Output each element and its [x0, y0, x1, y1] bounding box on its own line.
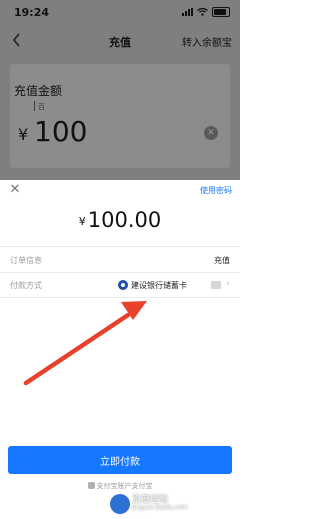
annotation-arrow [23, 301, 147, 386]
watermark-logo [110, 494, 130, 514]
pay-now-button[interactable]: 立即付款 [8, 446, 232, 474]
footer-note: 支付宝账户支付宝 [0, 481, 240, 491]
watermark-url: jingyan.baidu.com [132, 504, 188, 511]
footer-text: 支付宝账户支付宝 [96, 482, 153, 490]
alipay-icon [87, 482, 95, 489]
